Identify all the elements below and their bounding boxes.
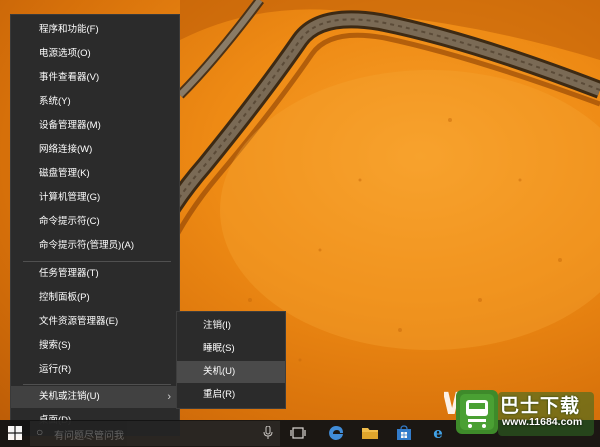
- winx-context-menu: 程序和功能(F) 电源选项(O) 事件查看器(V) 系统(Y) 设备管理器(M)…: [10, 14, 180, 436]
- submenu-item-signout[interactable]: 注销(I): [177, 315, 285, 337]
- cortana-icon: ○: [36, 425, 44, 439]
- menu-item-search[interactable]: 搜索(S): [11, 335, 179, 357]
- menu-item-command-prompt-admin[interactable]: 命令提示符(管理员)(A): [11, 235, 179, 257]
- submenu-item-shutdown[interactable]: 关机(U): [177, 361, 285, 383]
- taskbar-search-box[interactable]: ○ 有问题尽管问我: [30, 421, 280, 446]
- windows-start-button[interactable]: [4, 423, 26, 443]
- menu-item-programs-features[interactable]: 程序和功能(F): [11, 19, 179, 41]
- file-explorer-button[interactable]: [360, 424, 380, 442]
- menu-item-device-manager[interactable]: 设备管理器(M): [11, 115, 179, 137]
- menu-separator: [23, 384, 171, 385]
- menu-item-control-panel[interactable]: 控制面板(P): [11, 287, 179, 309]
- menu-item-power-options[interactable]: 电源选项(O): [11, 43, 179, 65]
- menu-item-run[interactable]: 运行(R): [11, 359, 179, 381]
- shutdown-submenu: 注销(I) 睡眠(S) 关机(U) 重启(R): [176, 311, 286, 409]
- ie-icon: e: [433, 424, 443, 442]
- watermark-title: 巴士下载: [500, 396, 581, 417]
- menu-item-system[interactable]: 系统(Y): [11, 91, 179, 113]
- search-placeholder: 有问题尽管问我: [54, 431, 124, 442]
- task-view-button[interactable]: [288, 424, 308, 442]
- microphone-button[interactable]: [258, 424, 278, 442]
- edge-icon: [329, 426, 343, 440]
- store-icon: [397, 425, 411, 440]
- chevron-right-icon: ›: [167, 391, 171, 403]
- submenu-item-restart[interactable]: 重启(R): [177, 384, 285, 406]
- store-button[interactable]: [394, 424, 414, 442]
- menu-item-file-explorer[interactable]: 文件资源管理器(E): [11, 311, 179, 333]
- menu-item-shutdown-signout[interactable]: 关机或注销(U) ›: [11, 386, 179, 408]
- watermark-url: www.11684.com: [502, 416, 583, 428]
- menu-item-task-manager[interactable]: 任务管理器(T): [11, 263, 179, 285]
- menu-item-shutdown-signout-label: 关机或注销(U): [39, 391, 100, 402]
- menu-item-event-viewer[interactable]: 事件查看器(V): [11, 67, 179, 89]
- menu-item-disk-management[interactable]: 磁盘管理(K): [11, 163, 179, 185]
- menu-item-computer-management[interactable]: 计算机管理(G): [11, 187, 179, 209]
- submenu-item-sleep[interactable]: 睡眠(S): [177, 338, 285, 360]
- microphone-icon: [263, 426, 273, 439]
- menu-separator: [23, 261, 171, 262]
- windows-start-icon: [8, 426, 22, 440]
- menu-item-command-prompt[interactable]: 命令提示符(C): [11, 211, 179, 233]
- menu-item-network-connections[interactable]: 网络连接(W): [11, 139, 179, 161]
- edge-button[interactable]: [326, 424, 346, 442]
- file-explorer-icon: [362, 428, 378, 439]
- task-view-icon: [290, 427, 306, 439]
